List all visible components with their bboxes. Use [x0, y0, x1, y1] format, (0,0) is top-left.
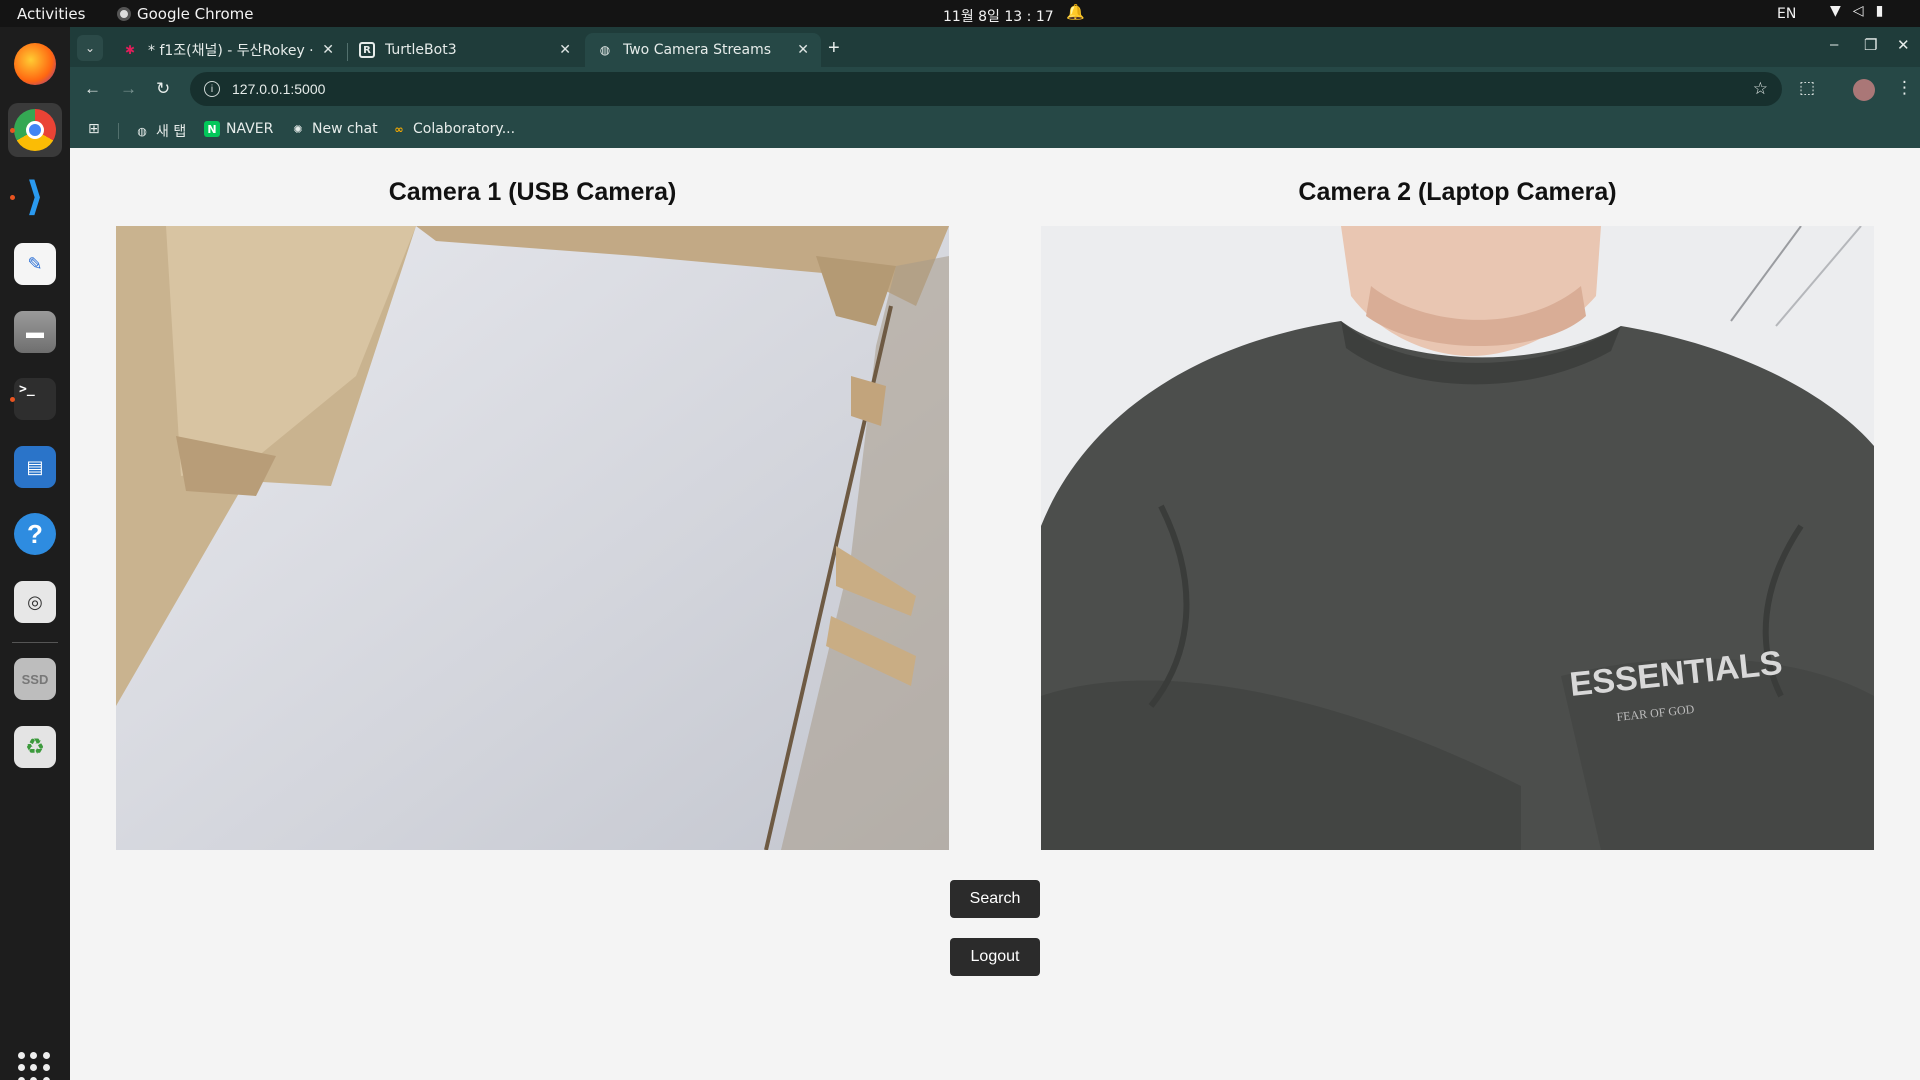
active-app-name: Google Chrome: [137, 5, 254, 23]
dock-vscode[interactable]: ⟩: [8, 170, 62, 224]
running-indicator: [10, 128, 15, 133]
bookmark-star-icon[interactable]: ☆: [1753, 79, 1768, 99]
activities-button[interactable]: Activities: [17, 5, 85, 23]
notification-bell-icon[interactable]: 🔔: [1066, 3, 1085, 21]
bookmark-new-tab[interactable]: ◍ 새 탭: [134, 121, 186, 141]
chrome-menu-icon[interactable]: ⋮: [1896, 78, 1913, 98]
tab-title: Two Camera Streams: [623, 42, 772, 58]
bookmarks-divider: [118, 123, 119, 139]
dock-text-editor[interactable]: ✎: [8, 237, 62, 291]
close-tab-icon[interactable]: ✕: [322, 42, 334, 58]
tab-title: * f1조(채널) - 두산Rokey ·: [148, 43, 314, 59]
camera2-frame: ESSENTIALS FEAR OF GOD: [1041, 226, 1874, 850]
active-app-indicator[interactable]: Google Chrome: [117, 5, 254, 23]
camera2-title: Camera 2 (Laptop Camera): [1298, 178, 1617, 206]
back-button[interactable]: ←: [84, 79, 101, 99]
camera1-frame: [116, 226, 949, 850]
document-viewer-icon: ◎: [14, 581, 56, 623]
tab-slack[interactable]: ✱ * f1조(채널) - 두산Rokey · ✕: [110, 33, 346, 67]
apps-grid-icon[interactable]: ⊞: [88, 121, 100, 137]
bookmark-naver[interactable]: N NAVER: [204, 121, 273, 137]
dock-writer[interactable]: ▤: [8, 440, 62, 494]
dock-help[interactable]: ?: [8, 507, 62, 561]
dock-ssd-drive[interactable]: SSD: [8, 652, 62, 706]
bookmark-label: NAVER: [226, 121, 274, 137]
globe-icon: ◍: [599, 43, 611, 57]
battery-icon: ▮: [1875, 3, 1884, 19]
globe-icon: ◍: [137, 124, 147, 138]
dock-terminal[interactable]: >_: [8, 372, 62, 426]
running-indicator: [10, 195, 15, 200]
chrome-icon: [14, 109, 56, 151]
camera1-title: Camera 1 (USB Camera): [388, 178, 677, 206]
dock: ⟩ ✎ ▬ >_ ▤ ? ◎ SSD ♻: [0, 27, 70, 1080]
profile-avatar[interactable]: [1853, 79, 1875, 101]
tab-two-camera-streams[interactable]: ◍ Two Camera Streams ✕: [585, 33, 821, 67]
page-content: Camera 1 (USB Camera) Camera 2 (Laptop C…: [70, 148, 1920, 1080]
drive-icon: SSD: [14, 658, 56, 700]
tab-search-button[interactable]: ⌄: [77, 35, 103, 61]
chrome-icon: [117, 7, 131, 21]
address-bar[interactable]: i 127.0.0.1:5000 ☆: [190, 72, 1782, 106]
text-editor-icon: ✎: [14, 243, 56, 285]
trash-icon: ♻: [14, 726, 56, 768]
vscode-icon: ⟩: [25, 175, 45, 219]
dock-separator: [12, 642, 58, 643]
show-apps-icon[interactable]: [18, 1052, 50, 1080]
firefox-icon: [14, 43, 56, 85]
reload-button[interactable]: ↻: [156, 79, 170, 99]
bookmark-label: 새 탭: [156, 124, 187, 140]
dock-trash[interactable]: ♻: [8, 720, 62, 774]
dock-firefox[interactable]: [8, 37, 62, 91]
colab-icon: ∞: [394, 122, 404, 136]
forward-button[interactable]: →: [120, 79, 137, 99]
extensions-icon[interactable]: ⬚: [1799, 78, 1815, 98]
input-language[interactable]: EN: [1777, 6, 1796, 22]
system-top-bar: Activities Google Chrome 11월 8일 13 : 17 …: [0, 0, 1920, 27]
logout-button[interactable]: Logout: [950, 938, 1040, 976]
bookmarks-bar: ⊞ ◍ 새 탭 N NAVER ✺ New chat ∞ Colaborator…: [70, 112, 1920, 148]
bookmark-new-chat[interactable]: ✺ New chat: [290, 121, 378, 137]
dock-document-viewer[interactable]: ◎: [8, 575, 62, 629]
help-icon: ?: [14, 513, 56, 555]
browser-tab-strip: ⌄ ✱ * f1조(채널) - 두산Rokey · ✕ R TurtleBot3…: [70, 27, 1920, 67]
close-window-icon[interactable]: ✕: [1897, 36, 1910, 54]
restore-window-icon[interactable]: ❐: [1864, 36, 1877, 54]
terminal-icon: >_: [14, 378, 56, 420]
naver-icon: N: [204, 121, 220, 137]
camera2-stream: ESSENTIALS FEAR OF GOD: [1041, 226, 1874, 850]
search-button[interactable]: Search: [950, 880, 1040, 918]
clock[interactable]: 11월 8일 13 : 17: [943, 6, 1054, 26]
camera1-stream: [116, 226, 949, 850]
site-info-icon[interactable]: i: [204, 81, 220, 97]
dock-chrome[interactable]: [8, 103, 62, 157]
dock-files[interactable]: ▬: [8, 305, 62, 359]
tab-turtlebot3[interactable]: R TurtleBot3 ✕: [347, 33, 583, 67]
system-tray[interactable]: ▼ ◁ ▮: [1830, 3, 1883, 19]
bookmark-colaboratory[interactable]: ∞ Colaboratory...: [391, 121, 515, 137]
minimize-window-icon[interactable]: –: [1830, 36, 1838, 53]
robotis-icon: R: [359, 42, 375, 58]
close-tab-icon[interactable]: ✕: [797, 42, 809, 58]
wifi-icon: ▼: [1830, 3, 1841, 19]
browser-toolbar: ← → ↻ i 127.0.0.1:5000 ☆ ⬚ ⋮: [70, 67, 1920, 112]
running-indicator: [10, 397, 15, 402]
openai-icon: ✺: [293, 122, 303, 136]
volume-icon: ◁: [1852, 3, 1864, 19]
writer-icon: ▤: [14, 446, 56, 488]
close-tab-icon[interactable]: ✕: [559, 42, 571, 58]
bookmark-label: New chat: [312, 121, 378, 137]
bookmark-label: Colaboratory...: [413, 121, 516, 137]
slack-icon: ✱: [124, 43, 136, 57]
tab-title: TurtleBot3: [385, 42, 457, 58]
url-text: 127.0.0.1:5000: [232, 81, 326, 97]
files-icon: ▬: [14, 311, 56, 353]
new-tab-button[interactable]: +: [828, 37, 840, 60]
